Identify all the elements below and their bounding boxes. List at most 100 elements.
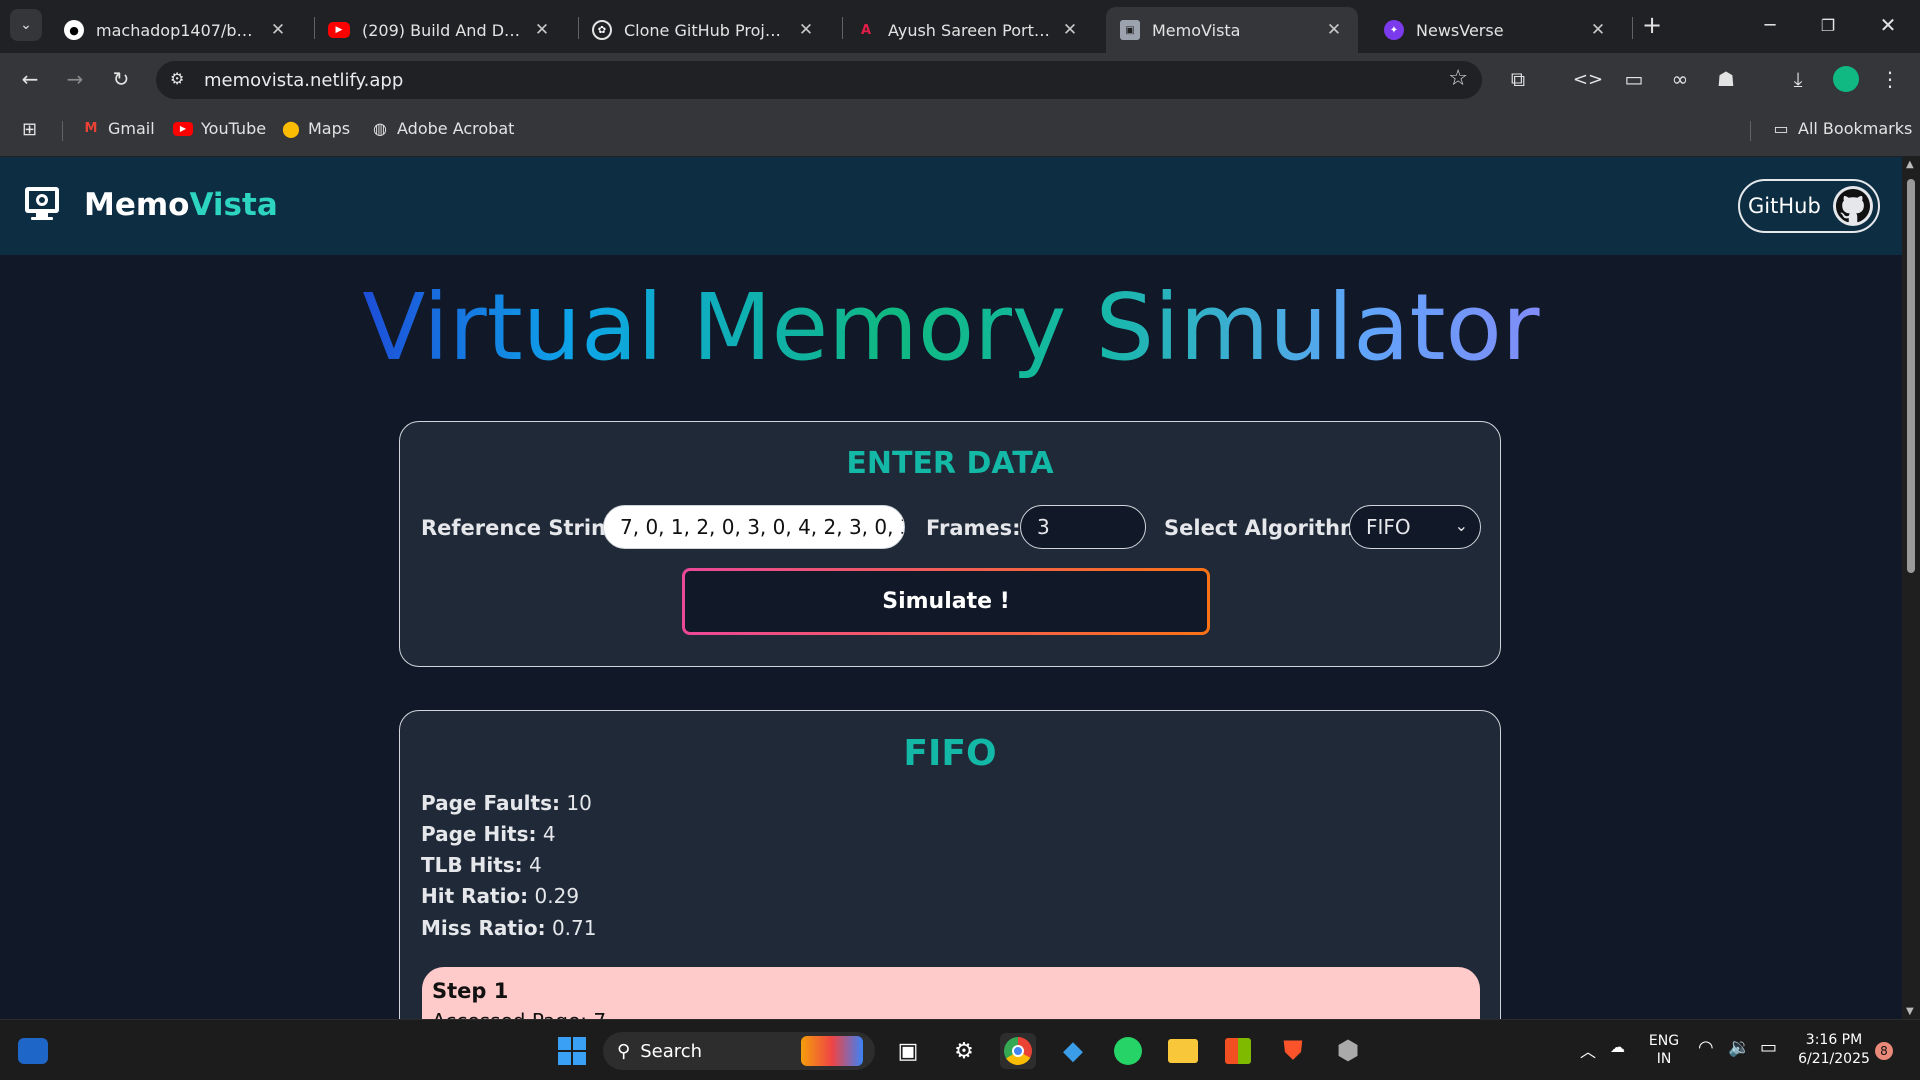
bookmark-label: YouTube [201, 119, 267, 138]
github-button[interactable]: GitHub [1738, 179, 1880, 233]
file-explorer-icon[interactable] [1165, 1033, 1201, 1069]
result-algorithm-title: FIFO [903, 733, 997, 774]
bookmark-maps[interactable]: ⬤ Maps [282, 119, 350, 138]
tab-portfolio[interactable]: A Ayush Sareen Portfolio ✕ [842, 7, 1094, 53]
tab-title: (209) Build And Deploy a [362, 20, 524, 40]
tab-title: MemoVista [1152, 20, 1241, 40]
windows-taskbar: ⚲ Search ▣ ⚙ ◆ ⛊ ⬢ ︿ ☁ ENG IN ◠ 🔉 ▭ 3:16… [0, 1019, 1920, 1080]
scroll-up-icon[interactable]: ▲ [1906, 159, 1914, 170]
frames-label: Frames: [926, 516, 1021, 540]
page-content: MemoVista GitHub Virtual Memory Simulato… [0, 157, 1902, 1019]
reference-string-input[interactable]: 7, 0, 1, 2, 0, 3, 0, 4, 2, 3, 0, 3, 2, [603, 505, 905, 549]
gmail-icon: M [84, 121, 98, 136]
battery-icon[interactable]: ▭ [1760, 1037, 1777, 1058]
all-bookmarks-label: All Bookmarks [1798, 119, 1913, 138]
bookmark-star-icon[interactable]: ☆ [1448, 66, 1468, 91]
chevron-down-icon: ⌄ [1454, 516, 1468, 535]
reload-icon[interactable]: ↻ [105, 63, 137, 95]
stat-page-faults: Page Faults: 10 [421, 791, 592, 815]
stat-page-hits: Page Hits: 4 [421, 822, 556, 846]
newsverse-icon: ✦ [1384, 20, 1404, 40]
close-icon[interactable]: ✕ [1060, 20, 1080, 40]
tab-github[interactable]: ● machadop1407/beautifu ✕ [50, 7, 302, 53]
tray-overflow-icon[interactable]: ︿ [1580, 1038, 1596, 1062]
bookmark-youtube[interactable]: ▶ YouTube [173, 119, 266, 138]
incognito-icon[interactable]: ☗ [1710, 63, 1742, 95]
brave-icon[interactable]: ⛊ [1275, 1033, 1311, 1069]
search-label: Search [640, 1040, 703, 1062]
tab-search-button[interactable]: ⌄ [10, 9, 42, 41]
task-view-icon[interactable]: ▣ [890, 1033, 926, 1069]
tab-clone-github[interactable]: ✿ Clone GitHub Project ✕ [578, 7, 830, 53]
vscode-icon[interactable]: ◆ [1055, 1033, 1091, 1069]
tab-newsverse[interactable]: ✦ NewsVerse ✕ [1370, 7, 1622, 53]
step-title: Step 1 [432, 979, 509, 1003]
apps-icon[interactable]: ⊞ [22, 119, 37, 140]
enter-data-card: ENTER DATA Reference String: 7, 0, 1, 2,… [399, 421, 1501, 667]
restore-button[interactable]: ❐ [1812, 9, 1844, 41]
clock-date: 6/21/2025 [1798, 1051, 1870, 1067]
profile-avatar[interactable] [1830, 63, 1862, 95]
algorithm-select[interactable]: FIFO ⌄ [1349, 505, 1481, 549]
tab-title: machadop1407/beautifu [96, 20, 260, 40]
close-window-button[interactable]: ✕ [1872, 9, 1904, 41]
close-icon[interactable]: ✕ [1588, 20, 1608, 40]
microsoft-store-icon[interactable] [1220, 1033, 1256, 1069]
chrome-icon[interactable] [1000, 1033, 1036, 1069]
clock[interactable]: 3:16 PM 6/21/2025 [1794, 1031, 1874, 1069]
whatsapp-icon[interactable] [1110, 1033, 1146, 1069]
language-indicator[interactable]: ENG IN [1646, 1032, 1682, 1068]
onedrive-icon[interactable]: ☁ [1610, 1038, 1625, 1056]
notification-badge[interactable]: 8 [1875, 1042, 1893, 1060]
bookmark-adobe-acrobat[interactable]: ◍ Adobe Acrobat [371, 119, 514, 138]
scroll-down-icon[interactable]: ▼ [1906, 1006, 1914, 1017]
simulate-button[interactable]: Simulate ! [682, 568, 1210, 635]
bookmark-gmail[interactable]: M Gmail [82, 119, 155, 138]
frames-input[interactable]: 3 [1020, 505, 1146, 549]
new-tab-button[interactable]: + [1636, 9, 1668, 41]
device-icon[interactable]: ▭ [1618, 63, 1650, 95]
close-icon[interactable]: ✕ [268, 20, 288, 40]
all-bookmarks[interactable]: ▭ All Bookmarks [1772, 119, 1912, 138]
memovista-icon: ▣ [1120, 20, 1140, 40]
close-icon[interactable]: ✕ [796, 20, 816, 40]
link-icon[interactable]: ∞ [1664, 63, 1696, 95]
clock-time: 3:16 PM [1805, 1032, 1863, 1048]
brand-memo: Memo [84, 187, 190, 223]
menu-icon[interactable]: ⋮ [1874, 63, 1906, 95]
folder-icon: ▭ [1773, 119, 1789, 138]
devtools-icon[interactable]: <> [1572, 63, 1604, 95]
github-icon: ● [64, 20, 84, 40]
start-icon[interactable] [554, 1033, 590, 1069]
reference-string-label: Reference String: [421, 516, 630, 540]
bookmarks-bar: ⊞ M Gmail ▶ YouTube ⬤ Maps ◍ Adobe Acrob… [0, 105, 1920, 157]
download-icon[interactable]: ⤓ [1782, 63, 1814, 95]
extensions-icon[interactable]: ⧉ [1502, 63, 1534, 95]
tab-strip: ⌄ ● machadop1407/beautifu ✕ ▶ (209) Buil… [0, 0, 1920, 53]
settings-icon[interactable]: ⚙ [946, 1033, 982, 1069]
globe-icon: ◍ [373, 119, 387, 138]
tab-title: Ayush Sareen Portfolio [888, 20, 1052, 40]
minimize-button[interactable]: ─ [1754, 9, 1786, 41]
youtube-icon: ▶ [173, 121, 193, 136]
taskbar-search[interactable]: ⚲ Search [603, 1032, 875, 1070]
portfolio-icon: A [860, 22, 872, 38]
bookmark-label: Maps [308, 119, 351, 138]
close-icon[interactable]: ✕ [532, 20, 552, 40]
tab-youtube[interactable]: ▶ (209) Build And Deploy a ✕ [314, 7, 566, 53]
memovista-logo-icon[interactable] [22, 183, 62, 223]
app-icon[interactable]: ⬢ [1330, 1033, 1366, 1069]
tab-memovista[interactable]: ▣ MemoVista ✕ [1106, 7, 1358, 53]
volume-icon[interactable]: 🔉 [1728, 1037, 1750, 1058]
forward-icon[interactable]: → [59, 63, 91, 95]
brand-name[interactable]: MemoVista [84, 187, 278, 223]
site-info-icon[interactable]: ⚙ [170, 69, 184, 88]
wifi-icon[interactable]: ◠ [1698, 1037, 1714, 1058]
address-bar[interactable]: ⚙ memovista.netlify.app ☆ [156, 61, 1482, 99]
scroll-thumb[interactable] [1907, 179, 1915, 573]
widgets-icon[interactable] [18, 1038, 48, 1064]
page-scrollbar[interactable]: ▲ ▼ [1902, 157, 1920, 1019]
back-icon[interactable]: ← [14, 63, 46, 95]
browser-toolbar: ← → ↻ ⚙ memovista.netlify.app ☆ ⧉ <> ▭ ∞… [0, 53, 1920, 105]
close-icon[interactable]: ✕ [1324, 20, 1344, 40]
